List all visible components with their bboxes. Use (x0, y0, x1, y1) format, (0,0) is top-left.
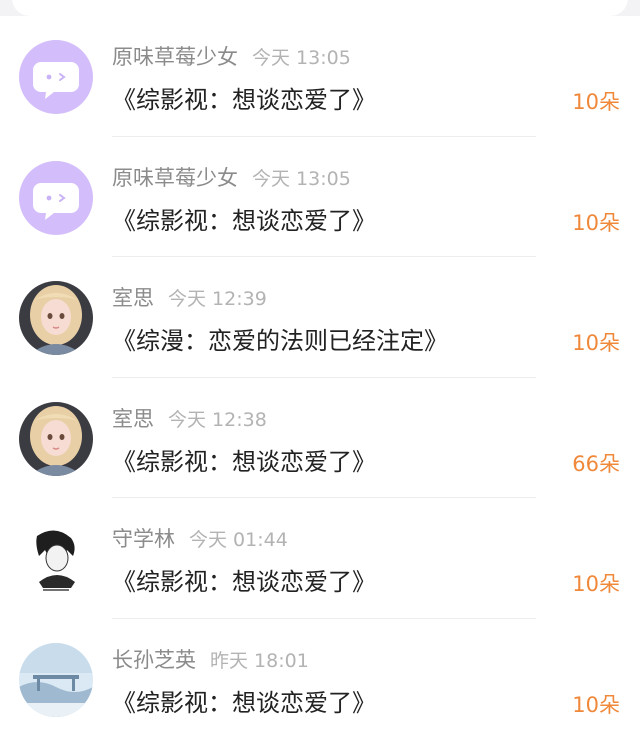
message-time: 今天 12:39 (168, 288, 267, 310)
top-card-edge (0, 0, 640, 16)
anime-girl-avatar-icon[interactable] (19, 402, 93, 476)
book-title[interactable]: 《综影视：想谈恋爱了》 (112, 201, 376, 236)
landscape-avatar-icon[interactable] (19, 643, 93, 717)
sketch-boy-avatar-icon[interactable] (19, 522, 93, 596)
message-time: 今天 13:05 (252, 47, 351, 69)
message-time: 今天 13:05 (252, 168, 351, 190)
book-title[interactable]: 《综影视：想谈恋爱了》 (112, 683, 376, 718)
sender-name: 室思今天 12:38 (112, 403, 267, 433)
flower-count: 10朵 (572, 86, 620, 116)
list-item[interactable]: 原味草莓少女今天 13:05 《综影视：想谈恋爱了》 10朵 (0, 137, 640, 258)
flower-count: 10朵 (572, 689, 620, 719)
sender-name: 原味草莓少女今天 13:05 (112, 41, 351, 71)
default-chat-bubble-avatar-icon[interactable] (19, 40, 93, 114)
anime-girl-avatar-icon[interactable] (19, 281, 93, 355)
list-item[interactable]: 室思今天 12:38 《综影视：想谈恋爱了》 66朵 (0, 378, 640, 499)
sender-name: 原味草莓少女今天 13:05 (112, 162, 351, 192)
default-chat-bubble-avatar-icon[interactable] (19, 161, 93, 235)
message-list: 原味草莓少女今天 13:05 《综影视：想谈恋爱了》 10朵 原味草莓少女今天 … (0, 16, 640, 739)
previous-card-bottom (12, 0, 628, 16)
flower-count: 10朵 (572, 568, 620, 598)
flower-count: 66朵 (572, 448, 620, 478)
message-time: 今天 12:38 (168, 409, 267, 431)
list-item[interactable]: 室思今天 12:39 《综漫：恋爱的法则已经注定》 10朵 (0, 257, 640, 378)
sender-name: 长孙芝英昨天 18:01 (112, 644, 309, 674)
book-title[interactable]: 《综影视：想谈恋爱了》 (112, 442, 376, 477)
flower-count: 10朵 (572, 327, 620, 357)
message-time: 今天 01:44 (189, 529, 288, 551)
flower-count: 10朵 (572, 207, 620, 237)
list-item[interactable]: 守学林今天 01:44 《综影视：想谈恋爱了》 10朵 (0, 498, 640, 619)
sender-name: 室思今天 12:39 (112, 282, 267, 312)
list-item[interactable]: 原味草莓少女今天 13:05 《综影视：想谈恋爱了》 10朵 (0, 16, 640, 137)
book-title[interactable]: 《综影视：想谈恋爱了》 (112, 562, 376, 597)
book-title[interactable]: 《综影视：想谈恋爱了》 (112, 80, 376, 115)
list-item[interactable]: 长孙芝英昨天 18:01 《综影视：想谈恋爱了》 10朵 (0, 619, 640, 739)
message-time: 昨天 18:01 (210, 650, 309, 672)
book-title[interactable]: 《综漫：恋爱的法则已经注定》 (112, 321, 448, 356)
sender-name: 守学林今天 01:44 (112, 523, 288, 553)
